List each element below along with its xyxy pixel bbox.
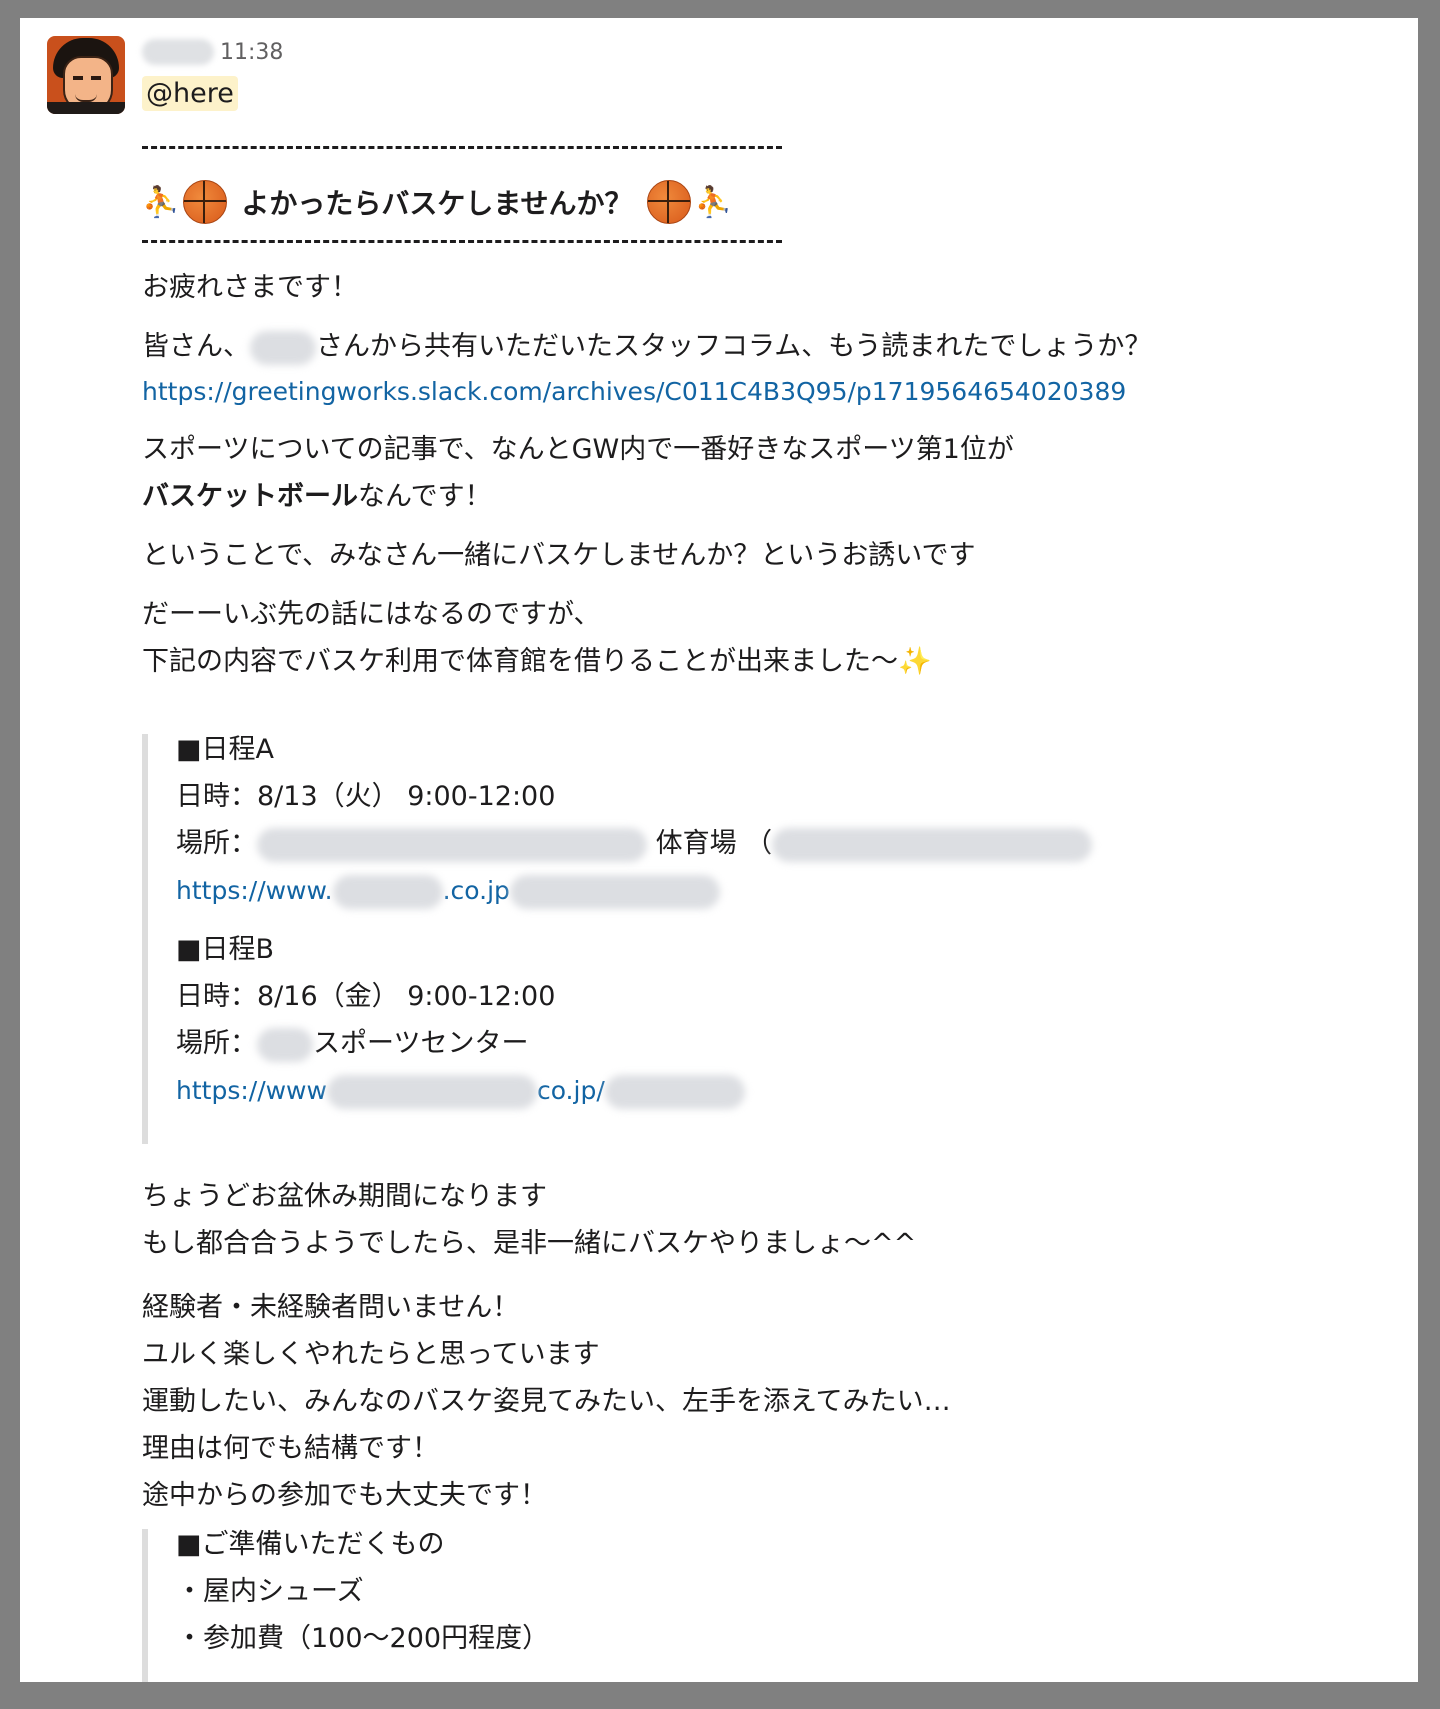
sparkles-icon: ✨ xyxy=(898,646,932,677)
message-header: ____ 11:38 xyxy=(142,38,283,66)
dashed-divider-top xyxy=(142,146,782,149)
welcome-line: 運動したい、みんなのバスケ姿見てみたい、左手を添えてみたい… xyxy=(142,1386,951,1417)
username-redacted[interactable]: ____ xyxy=(142,39,214,65)
address-redacted: x xyxy=(772,827,1093,862)
name-redacted: xx xyxy=(250,330,316,365)
message-frame: ____ 11:38 @here ⛹ よかったらバスケしませんか？ ⛹ お疲れさ… xyxy=(20,18,1418,1682)
message-timestamp[interactable]: 11:38 xyxy=(220,40,283,65)
basketball-player-icon: ⛹ xyxy=(694,184,732,220)
basketball-player-icon: ⛹ xyxy=(142,184,180,220)
schedule-a-datetime: 日時：8/13（火） 9:00-12:00 xyxy=(176,781,556,812)
sports-line-2: バスケットボールなんです！ xyxy=(142,481,492,512)
schedule-quote: ■日程A 日時：8/13（火） 9:00-12:00 場所：x 体育場 （x h… xyxy=(142,734,1142,1144)
prep-heading: ■ご準備いただくもの xyxy=(176,1529,445,1560)
announcement-title: ⛹ よかったらバスケしませんか？ ⛹ xyxy=(142,174,732,230)
here-mention[interactable]: @here xyxy=(142,76,238,111)
schedule-a-heading: ■日程A xyxy=(176,734,274,765)
url-redacted: x xyxy=(604,1075,745,1109)
schedule-b-link[interactable]: https://wwwxco.jp/x xyxy=(176,1067,1142,1114)
title-text: よかったらバスケしませんか？ xyxy=(241,187,633,220)
prep-item: ・参加費（100〜200円程度） xyxy=(176,1623,550,1654)
schedule-b-datetime: 日時：8/16（金） 9:00-12:00 xyxy=(176,981,556,1012)
share-line: 皆さん、xxさんから共有いただいたスタッフコラム、もう読まれたでしょうか？ xyxy=(142,323,1151,370)
welcome-line: ユルく楽しくやれたらと思っています xyxy=(142,1339,600,1370)
welcome-line: 途中からの参加でも大丈夫です！ xyxy=(142,1480,547,1511)
schedule-a-link[interactable]: https://www.x.co.jpx xyxy=(176,867,1142,914)
schedule-b-place: 場所：xスポーツセンター xyxy=(176,1020,1142,1067)
dashed-divider-bottom xyxy=(142,240,782,243)
url-redacted: x xyxy=(332,875,443,909)
obon-line-1: ちょうどお盆休み期間になります xyxy=(142,1181,547,1212)
invite-line: ということで、みなさん一緒にバスケしませんか？というお誘いです xyxy=(142,540,976,571)
user-avatar[interactable] xyxy=(47,36,125,114)
place-redacted: x xyxy=(257,827,647,862)
schedule-b-heading: ■日程B xyxy=(176,934,275,965)
url-redacted: x xyxy=(509,875,720,909)
sports-line-1: スポーツについての記事で、なんとGW内で一番好きなスポーツ第1位が xyxy=(142,434,1014,465)
welcome-line: 理由は何でも結構です！ xyxy=(142,1433,439,1464)
basketball-icon xyxy=(183,180,228,224)
welcome-line: 経験者・未経験者問いません！ xyxy=(142,1292,520,1323)
future-line-2: 下記の内容でバスケ利用で体育館を借りることが出来ました〜✨ xyxy=(142,646,932,677)
obon-line-2: もし都合合うようでしたら、是非一緒にバスケやりましょ〜^^ xyxy=(142,1228,917,1259)
preparation-quote: ■ご準備いただくもの ・屋内シューズ ・参加費（100〜200円程度） xyxy=(142,1529,1042,1682)
prep-item: ・屋内シューズ xyxy=(176,1576,364,1607)
place-redacted: x xyxy=(257,1027,313,1062)
share-link[interactable]: https://greetingworks.slack.com/archives… xyxy=(142,368,1126,415)
url-redacted: x xyxy=(326,1075,537,1109)
schedule-a-place: 場所：x 体育場 （x xyxy=(176,820,1142,867)
future-line-1: だーーいぶ先の話にはなるのですが、 xyxy=(142,599,601,630)
basketball-icon xyxy=(646,180,691,224)
greeting-text: お疲れさまです！ xyxy=(142,272,358,303)
